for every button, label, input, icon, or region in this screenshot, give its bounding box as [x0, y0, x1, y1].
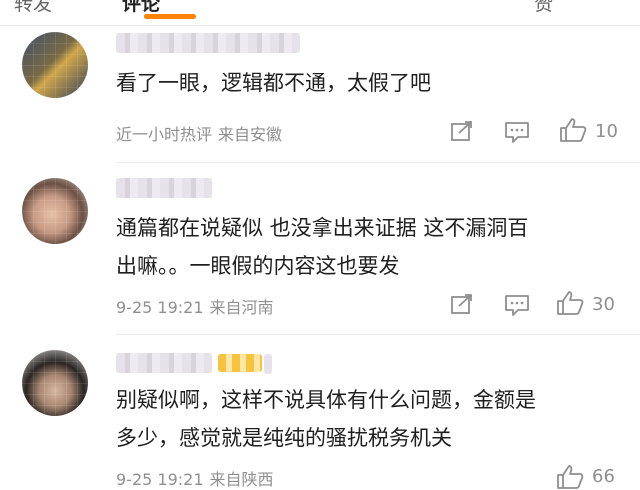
- like-count: 66: [592, 466, 615, 487]
- comment-meta: 9-25 19:21 来自陕西: [116, 466, 274, 490]
- comment-item: 别疑似啊，这样不说具体有什么问题，金额是 多少，感觉就是纯纯的骚扰税务机关 9-…: [0, 0, 640, 489]
- badge-blurred: [264, 354, 272, 374]
- thumbs-up-icon[interactable]: [556, 464, 584, 490]
- username-blurred[interactable]: [116, 353, 212, 373]
- comment-text: 别疑似啊，这样不说具体有什么问题，金额是 多少，感觉就是纯纯的骚扰税务机关: [116, 388, 536, 450]
- avatar[interactable]: [22, 350, 88, 416]
- user-badge: [218, 354, 262, 372]
